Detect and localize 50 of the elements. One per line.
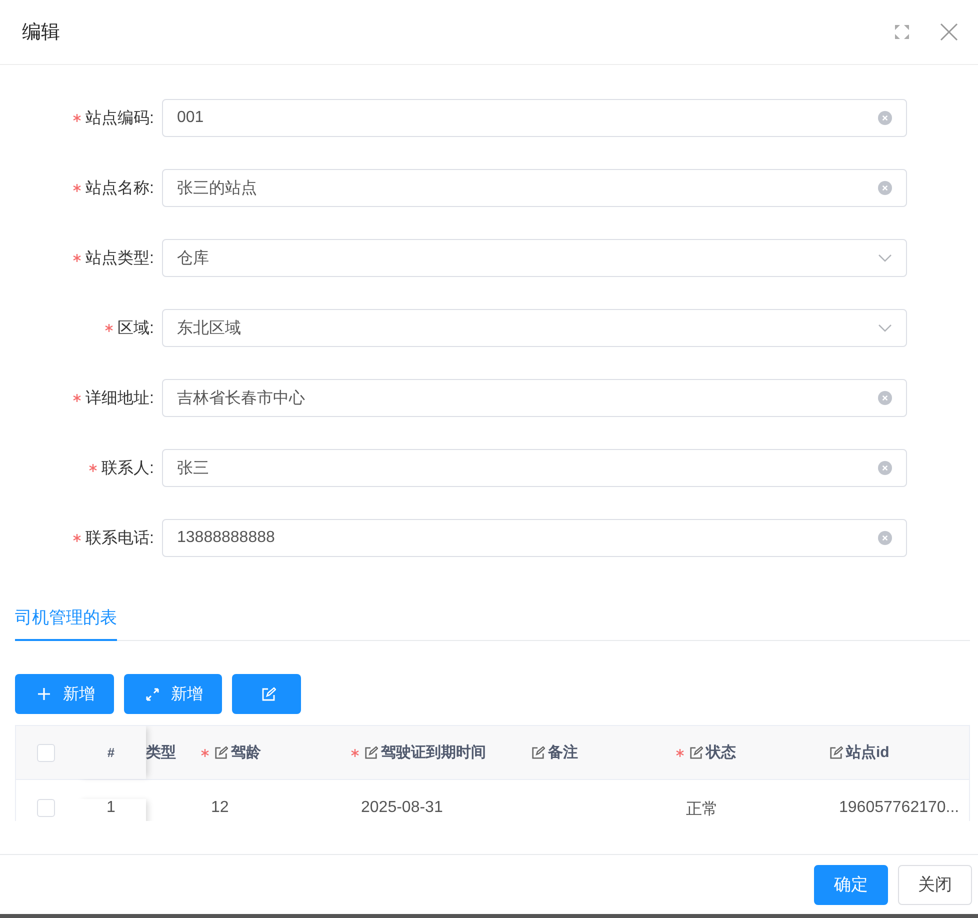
field-label: 联系人: [102,458,154,478]
close-icon[interactable] [940,23,958,41]
plus-icon [37,687,51,701]
input-field[interactable]: 13888888888 [162,519,907,557]
field-label: 站点类型: [86,248,154,268]
close-button[interactable]: 关闭 [898,864,972,904]
edit-icon [260,686,276,702]
clear-icon[interactable] [878,181,892,195]
field-label: 站点编码: [86,108,154,128]
edit-button[interactable] [232,674,301,714]
table-cell: 2025-08-31 [361,799,443,817]
column-header: # [107,745,115,760]
row-number: 1 [106,799,116,817]
field-value: 仓库 [177,248,210,268]
input-field[interactable]: 张三的站点 [162,169,907,207]
column-header: 类型 [146,743,176,762]
column-header: 驾驶证到期时间 [381,743,486,762]
select-field[interactable]: 仓库 [162,239,907,277]
input-field[interactable]: 张三 [162,449,907,487]
field-value: 13888888888 [177,529,276,547]
clear-icon[interactable] [878,461,892,475]
checkbox[interactable] [37,799,55,817]
field-value: 张三的站点 [177,178,258,198]
field-label: 站点名称: [86,178,154,198]
table-cell: 12 [211,799,229,817]
field-label: 区域: [118,318,154,338]
column-header: 驾龄 [231,743,261,762]
fullscreen-icon[interactable] [894,24,910,40]
table-cell-text: 正常 [686,800,718,820]
clear-icon[interactable] [878,111,892,125]
field-value: 东北区域 [177,318,242,338]
chevron-down-icon[interactable] [878,254,892,262]
input-field[interactable]: 001 [162,99,907,137]
field-value: 张三 [177,458,210,478]
input-field[interactable]: 吉林省长春市中心 [162,379,907,417]
chevron-down-icon[interactable] [878,324,892,332]
expand-icon [146,688,159,700]
field-value: 001 [177,109,205,127]
clear-icon[interactable] [878,391,892,405]
column-header: 备注 [548,743,578,762]
column-header: 状态 [706,743,736,762]
field-label: 联系电话: [86,528,154,548]
field-value: 吉林省长春市中心 [177,388,306,408]
field-label: 详细地址: [86,388,154,408]
clear-icon[interactable] [878,531,892,545]
dialog-title: 编辑 [22,21,61,45]
table-cell: 196057762170... [839,799,960,817]
column-header: 站点id [846,743,890,762]
checkbox[interactable] [37,744,55,762]
select-field[interactable]: 东北区域 [162,309,907,347]
